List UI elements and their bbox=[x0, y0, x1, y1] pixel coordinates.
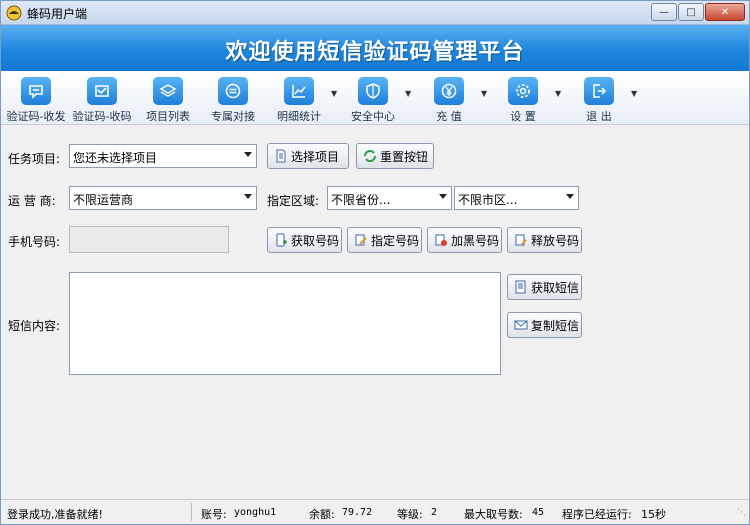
sms-icon bbox=[515, 280, 526, 294]
max-number-value: 45 bbox=[532, 507, 545, 518]
carrier-select[interactable]: 不限运营商 bbox=[69, 186, 257, 210]
edit-icon bbox=[355, 234, 367, 246]
minimize-button[interactable]: — bbox=[651, 3, 677, 21]
get-number-button[interactable]: 获取号码 bbox=[267, 227, 342, 253]
copy-sms-label: 复制短信 bbox=[531, 318, 580, 333]
title-bar[interactable]: 蜂码用户端 — □ ✕ bbox=[1, 1, 749, 25]
account-label: 账号: bbox=[201, 508, 227, 521]
main-toolbar: 验证码-收发 验证码-收码 项目列表 专属对接 明细统计 ▼ 安全中心 ▼ 充 … bbox=[1, 71, 749, 125]
release-icon bbox=[515, 234, 527, 246]
toolbar-item-exit[interactable]: 退 出 ▼ bbox=[575, 77, 637, 124]
chevron-down-icon[interactable]: ▼ bbox=[555, 89, 561, 98]
balance-value: 79.72 bbox=[342, 507, 373, 518]
close-button[interactable]: ✕ bbox=[705, 3, 745, 21]
carrier-value: 不限运营商 bbox=[73, 193, 134, 207]
window-title: 蜂码用户端 bbox=[27, 7, 88, 21]
chevron-down-icon bbox=[244, 152, 252, 157]
gear-icon bbox=[508, 77, 538, 105]
phone-number-field[interactable] bbox=[69, 226, 229, 253]
app-logo-icon bbox=[6, 5, 22, 21]
resize-grip-icon[interactable]: ⋱ bbox=[737, 508, 746, 518]
toolbar-label: 退 出 bbox=[586, 110, 612, 123]
chevron-down-icon bbox=[244, 194, 252, 199]
province-value: 不限省份... bbox=[331, 193, 391, 207]
block-icon bbox=[435, 234, 447, 246]
level-value: 2 bbox=[431, 507, 438, 518]
city-select[interactable]: 不限市区... bbox=[454, 186, 579, 210]
yen-icon bbox=[434, 77, 464, 105]
envelope-icon bbox=[514, 320, 528, 330]
province-select[interactable]: 不限省份... bbox=[327, 186, 452, 210]
exit-icon bbox=[584, 77, 614, 105]
blacklist-number-button[interactable]: 加黑号码 bbox=[427, 227, 502, 253]
sms-receive-icon bbox=[87, 77, 117, 105]
chevron-down-icon bbox=[566, 194, 574, 199]
toolbar-item-settings[interactable]: 设 置 ▼ bbox=[499, 77, 561, 124]
reset-button[interactable]: 重置按钮 bbox=[356, 143, 434, 169]
toolbar-label: 安全中心 bbox=[351, 110, 395, 123]
header-banner: 欢迎使用短信验证码管理平台 bbox=[1, 25, 749, 71]
toolbar-label: 项目列表 bbox=[146, 110, 190, 123]
toolbar-item-projects[interactable]: 项目列表 bbox=[144, 77, 192, 124]
carrier-label: 运 营 商: bbox=[8, 194, 56, 208]
chevron-down-icon[interactable]: ▼ bbox=[631, 89, 637, 98]
chevron-down-icon[interactable]: ▼ bbox=[405, 89, 411, 98]
toolbar-label: 设 置 bbox=[510, 110, 536, 123]
toolbar-label: 充 值 bbox=[436, 110, 462, 123]
toolbar-item-sms-send[interactable]: 验证码-收发 bbox=[6, 77, 66, 124]
phone-add-icon bbox=[276, 233, 287, 247]
specify-number-label: 指定号码 bbox=[371, 233, 420, 248]
sms-send-icon bbox=[21, 77, 51, 105]
get-sms-button[interactable]: 获取短信 bbox=[507, 274, 582, 300]
task-label: 任务项目: bbox=[8, 152, 61, 166]
status-message: 登录成功,准备就绪! bbox=[7, 508, 103, 521]
task-project-value: 您还未选择项目 bbox=[73, 151, 158, 165]
runtime-label: 程序已经运行: bbox=[562, 508, 632, 521]
release-number-label: 释放号码 bbox=[531, 233, 580, 248]
refresh-icon bbox=[364, 150, 376, 162]
chart-icon bbox=[284, 77, 314, 105]
select-project-button[interactable]: 选择项目 bbox=[267, 143, 349, 169]
city-value: 不限市区... bbox=[458, 193, 518, 207]
toolbar-label: 验证码-收码 bbox=[72, 110, 132, 123]
account-value: yonghu1 bbox=[234, 507, 277, 518]
status-divider bbox=[191, 503, 192, 521]
task-project-select[interactable]: 您还未选择项目 bbox=[69, 144, 257, 168]
chevron-down-icon[interactable]: ▼ bbox=[331, 89, 337, 98]
runtime-value: 15秒 bbox=[641, 508, 666, 521]
shield-icon bbox=[358, 77, 388, 105]
sms-label: 短信内容: bbox=[8, 319, 61, 333]
region-label: 指定区域: bbox=[267, 194, 320, 208]
blacklist-number-label: 加黑号码 bbox=[451, 233, 500, 248]
specify-number-button[interactable]: 指定号码 bbox=[347, 227, 422, 253]
toolbar-label: 明细统计 bbox=[277, 110, 321, 123]
sms-content-textarea[interactable] bbox=[69, 272, 501, 375]
get-sms-label: 获取短信 bbox=[531, 280, 580, 295]
get-number-label: 获取号码 bbox=[291, 233, 340, 248]
max-number-label: 最大取号数: bbox=[464, 508, 523, 521]
chevron-down-icon[interactable]: ▼ bbox=[481, 89, 487, 98]
layers-icon bbox=[153, 77, 183, 105]
toolbar-label: 专属对接 bbox=[211, 110, 255, 123]
document-icon bbox=[276, 149, 286, 163]
toolbar-item-statistics[interactable]: 明细统计 ▼ bbox=[275, 77, 337, 124]
chevron-down-icon bbox=[439, 194, 447, 199]
banner-title: 欢迎使用短信验证码管理平台 bbox=[225, 40, 525, 65]
copy-sms-button[interactable]: 复制短信 bbox=[507, 312, 582, 338]
reset-label: 重置按钮 bbox=[380, 149, 429, 164]
balance-label: 余额: bbox=[309, 508, 335, 521]
toolbar-item-sms-receive[interactable]: 验证码-收码 bbox=[72, 77, 132, 124]
link-icon bbox=[218, 77, 248, 105]
toolbar-item-recharge[interactable]: 充 值 ▼ bbox=[425, 77, 487, 124]
level-label: 等级: bbox=[397, 508, 423, 521]
status-bar: 登录成功,准备就绪! 账号: yonghu1 余额: 79.72 等级: 2 最… bbox=[1, 499, 749, 524]
select-project-label: 选择项目 bbox=[291, 149, 340, 164]
toolbar-item-security[interactable]: 安全中心 ▼ bbox=[349, 77, 411, 124]
release-number-button[interactable]: 释放号码 bbox=[507, 227, 582, 253]
toolbar-item-dedicated[interactable]: 专属对接 bbox=[209, 77, 257, 124]
toolbar-label: 验证码-收发 bbox=[6, 110, 66, 123]
phone-label: 手机号码: bbox=[8, 235, 61, 249]
maximize-button[interactable]: □ bbox=[678, 3, 704, 21]
app-window: 蜂码用户端 — □ ✕ 欢迎使用短信验证码管理平台 验证码-收发 验证码-收码 bbox=[0, 0, 750, 525]
